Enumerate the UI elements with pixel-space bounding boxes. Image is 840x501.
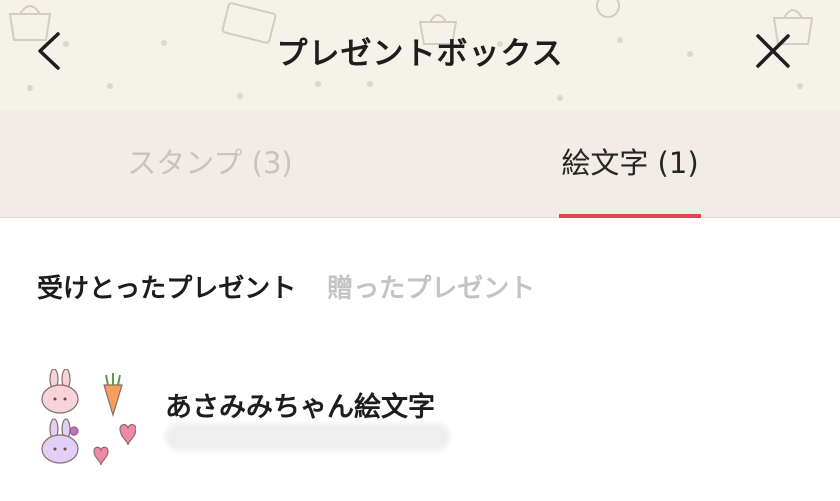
item-name: あさみみちゃん絵文字 [165,392,435,423]
emoji-pack-icon [41,369,136,466]
close-button[interactable] [748,26,798,76]
header-bar: プレゼントボックス [0,0,840,111]
list-item[interactable]: あさみみちゃん絵文字 [30,363,810,473]
subtab-sent[interactable]: 贈ったプレゼント [327,268,535,305]
active-tab-indicator [559,214,701,218]
subtab-received[interactable]: 受けとったプレゼント [37,268,296,305]
tab-stamps[interactable]: スタンプ (3) [0,111,420,217]
item-subtitle [165,423,450,451]
tab-emoji[interactable]: 絵文字 (1) [420,111,840,218]
tab-emoji-label: 絵文字 (1) [561,146,699,180]
tab-bar: スタンプ (3) 絵文字 (1) [0,111,840,218]
subtab-group: 受けとったプレゼント 贈ったプレゼント [37,268,557,305]
page-title: プレゼントボックス [276,36,564,72]
close-icon [756,34,790,68]
